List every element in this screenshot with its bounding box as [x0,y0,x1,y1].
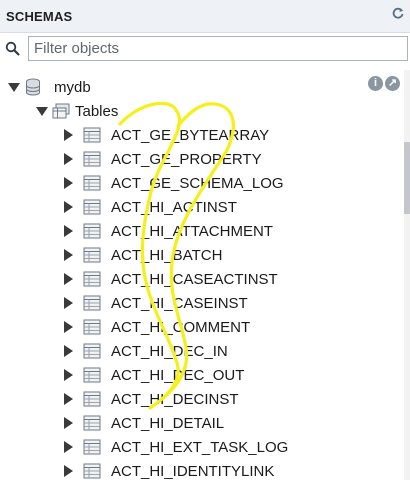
table-row[interactable]: ACT_HI_ACTINST [64,195,237,219]
table-icon [83,295,101,311]
table-name: ACT_HI_ACTINST [111,198,237,216]
expand-arrow-icon[interactable] [64,129,73,141]
table-row[interactable]: ACT_GE_PROPERTY [64,147,262,171]
expand-arrow-icon[interactable] [64,249,73,261]
table-icon [83,223,101,239]
table-name: ACT_HI_DEC_OUT [111,366,245,384]
table-name: ACT_HI_IDENTITYLINK [111,462,275,480]
table-name: ACT_HI_CASEINST [111,294,248,312]
table-icon [83,367,101,383]
refresh-icon[interactable] [390,6,406,22]
table-name: ACT_HI_DETAIL [111,414,225,432]
expand-arrow-icon[interactable] [64,369,73,381]
table-row[interactable]: ACT_HI_CASEINST [64,291,248,315]
expand-arrow-icon[interactable] [64,297,73,309]
table-name: ACT_HI_EXT_TASK_LOG [111,438,289,456]
table-name: ACT_HI_CASEACTINST [111,270,278,288]
table-row[interactable]: ACT_HI_CASEACTINST [64,267,278,291]
table-icon [83,439,101,455]
table-icon [83,151,101,167]
table-row[interactable]: ACT_GE_SCHEMA_LOG [64,171,284,195]
info-icon[interactable]: i [368,76,383,91]
table-row[interactable]: ACT_HI_DEC_OUT [64,363,244,387]
table-name: ACT_HI_ATTACHMENT [111,222,273,240]
vertical-scrollbar[interactable] [404,70,410,480]
scrollbar-thumb[interactable] [404,142,410,214]
filter-objects-input[interactable] [28,36,408,61]
table-name: ACT_HI_BATCH [111,246,223,264]
panel-title: SCHEMAS [6,9,73,24]
expand-arrow-icon[interactable] [64,345,73,357]
table-row[interactable]: ACT_HI_BATCH [64,243,222,267]
expand-arrow-icon[interactable] [64,177,73,189]
expand-arrow-icon[interactable] [64,441,73,453]
tables-folder-icon [52,103,70,119]
table-name: ACT_GE_SCHEMA_LOG [111,174,284,192]
search-icon [5,41,21,57]
inspect-icon[interactable]: ↗ [385,76,400,91]
table-row[interactable]: ACT_HI_COMMENT [64,315,250,339]
expand-arrow-icon[interactable] [64,201,73,213]
table-icon [83,343,101,359]
table-name: ACT_HI_DEC_IN [111,342,228,360]
expand-arrow-icon[interactable] [64,225,73,237]
table-icon [83,463,101,479]
table-icon [83,319,101,335]
schema-name: mydb [54,78,91,96]
expand-arrow-icon[interactable] [64,465,73,477]
table-icon [83,175,101,191]
table-row[interactable]: ACT_HI_ATTACHMENT [64,219,273,243]
table-row[interactable]: ACT_HI_EXT_TASK_LOG [64,435,288,459]
table-icon [83,415,101,431]
table-name: ACT_GE_PROPERTY [111,150,262,168]
expand-arrow-icon[interactable] [8,82,20,92]
expand-arrow-icon[interactable] [64,393,73,405]
tables-group-label: Tables [75,102,119,120]
expand-arrow-icon[interactable] [64,417,73,429]
table-name: ACT_HI_DECINST [111,390,239,408]
tables-group-node[interactable]: Tables [36,99,118,123]
expand-arrow-icon[interactable] [36,106,48,116]
expand-arrow-icon[interactable] [64,321,73,333]
table-name: ACT_HI_COMMENT [111,318,251,336]
filter-bar [0,33,410,65]
expand-arrow-icon[interactable] [64,153,73,165]
table-row[interactable]: ACT_HI_DECINST [64,387,239,411]
table-row[interactable]: ACT_HI_DETAIL [64,411,224,435]
table-icon [83,127,101,143]
schema-actions: i ↗ [368,76,400,91]
table-icon [83,391,101,407]
schema-tree: mydb Tables ACT_GE_BYTEARRAY ACT_GE_PROPE… [0,70,404,480]
expand-arrow-icon[interactable] [64,273,73,285]
table-row[interactable]: ACT_GE_BYTEARRAY [64,123,269,147]
table-icon [83,247,101,263]
table-icon [83,271,101,287]
schema-node-mydb[interactable]: mydb [8,75,91,99]
table-icon [83,199,101,215]
table-row[interactable]: ACT_HI_DEC_IN [64,339,228,363]
database-icon [25,78,41,96]
table-row[interactable]: ACT_HI_IDENTITYLINK [64,459,274,480]
table-name: ACT_GE_BYTEARRAY [111,126,270,144]
panel-header: SCHEMAS [0,0,410,33]
